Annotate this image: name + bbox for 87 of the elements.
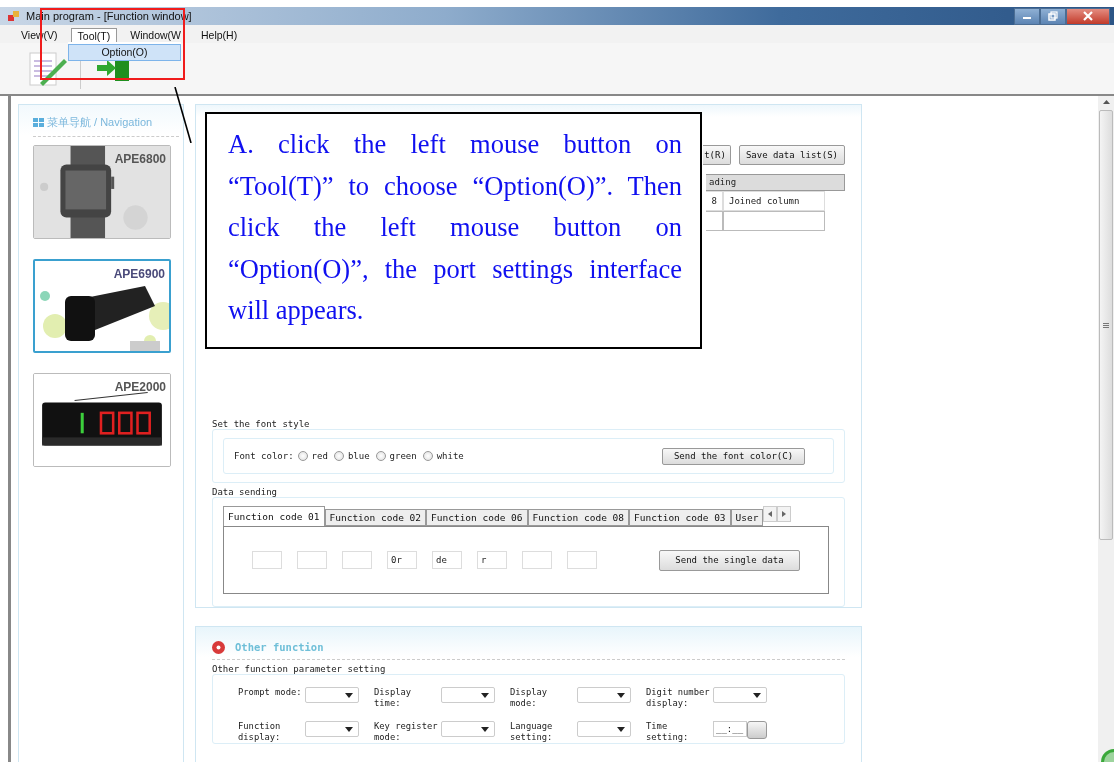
product-label: APE2000 xyxy=(114,380,166,394)
grip-icon xyxy=(1103,322,1109,328)
menu-option[interactable]: Option(O) xyxy=(68,43,181,61)
input-field[interactable] xyxy=(297,551,327,569)
radio-icon[interactable] xyxy=(333,451,344,461)
dropdown[interactable] xyxy=(577,687,631,703)
caret-icon xyxy=(345,692,353,698)
menu-item[interactable]: Help(H) xyxy=(194,27,245,43)
close-button[interactable] xyxy=(1066,7,1110,25)
restore-icon xyxy=(1048,11,1058,21)
input-field[interactable]: r xyxy=(477,551,507,569)
product-label: APE6900 xyxy=(113,267,165,281)
tab[interactable]: Function code 02 xyxy=(324,509,427,526)
setting-label: Function display: xyxy=(238,721,282,743)
product-card[interactable]: APE6800 xyxy=(33,145,171,239)
dropdown[interactable] xyxy=(713,687,767,703)
time-field[interactable]: __:__ xyxy=(713,721,747,737)
send-font-color-button[interactable]: Send the font color(C) xyxy=(662,447,805,465)
caret-icon xyxy=(481,692,489,698)
list-header: ading xyxy=(706,174,845,191)
setting-label: Time setting: xyxy=(646,721,690,743)
input-field[interactable]: de xyxy=(432,551,462,569)
setting-label: Prompt mode: xyxy=(238,687,303,698)
product-card[interactable]: APE2000 xyxy=(33,373,171,467)
leader-line xyxy=(174,87,192,143)
up-arrow-icon xyxy=(1102,100,1110,104)
caret-icon xyxy=(617,726,625,732)
caret-icon xyxy=(345,726,353,732)
input-field[interactable] xyxy=(252,551,282,569)
column-header: 8 xyxy=(706,191,723,211)
scrollbar[interactable] xyxy=(1098,96,1114,762)
right-arrow-icon xyxy=(782,511,787,517)
minimize-button[interactable] xyxy=(1014,7,1040,25)
radio-option[interactable]: red xyxy=(297,451,328,461)
action-button[interactable]: t(R) xyxy=(702,145,731,165)
setting-label: Display time: xyxy=(374,687,413,709)
caret-icon xyxy=(481,726,489,732)
time-picker-button[interactable] xyxy=(747,721,767,739)
input-field[interactable] xyxy=(342,551,372,569)
app-icon xyxy=(8,10,20,22)
product-label: APE6800 xyxy=(114,152,166,166)
product-card[interactable]: APE6900 xyxy=(33,259,171,353)
save-list-button[interactable]: Save data list(S) xyxy=(738,145,845,165)
input-field[interactable] xyxy=(567,551,597,569)
status-icon xyxy=(1100,748,1114,762)
setting-label: Digit number display: xyxy=(646,687,711,709)
table-cell xyxy=(706,211,723,231)
radio-icon[interactable] xyxy=(375,451,386,461)
radio-icon[interactable] xyxy=(297,451,308,461)
radio-icon[interactable] xyxy=(422,451,433,461)
group-title: Other function parameter setting xyxy=(212,664,387,676)
tab[interactable]: Function code 08 xyxy=(527,509,630,526)
dropdown[interactable] xyxy=(305,687,359,703)
setting-label: Language setting: xyxy=(510,721,554,743)
help-icon xyxy=(212,640,225,654)
radio-option[interactable]: blue xyxy=(333,451,370,461)
column-header: Joined column xyxy=(723,191,825,211)
dropdown[interactable] xyxy=(577,721,631,737)
field-label: Font color: xyxy=(234,451,294,461)
close-icon xyxy=(1082,11,1094,21)
scroll-left-button[interactable] xyxy=(763,506,778,522)
annotation-callout: A. click the left mouse button on “Tool(T)” to choose “Option(O)”. Then click the left mouse button on “Option(O)”, the port settings interface will appears. xyxy=(205,112,702,349)
tab[interactable]: User xyxy=(730,509,764,526)
send-data-button[interactable]: Send the single data xyxy=(659,549,800,571)
radio-option[interactable]: white xyxy=(422,451,464,461)
tab[interactable]: Function code 06 xyxy=(426,509,528,526)
dropdown[interactable] xyxy=(305,721,359,737)
dropdown[interactable] xyxy=(441,721,495,737)
section-title: Other function xyxy=(235,641,324,653)
group-title: Data sending xyxy=(212,487,279,499)
scroll-right-button[interactable] xyxy=(777,506,792,522)
left-arrow-icon xyxy=(768,511,773,517)
setting-label: Key register mode: xyxy=(374,721,439,743)
radio-option[interactable]: green xyxy=(375,451,417,461)
caret-icon xyxy=(617,692,625,698)
grid-icon xyxy=(33,117,44,128)
menu-item[interactable]: Window(W xyxy=(123,27,188,43)
setting-label: Display mode: xyxy=(510,687,549,709)
dropdown[interactable] xyxy=(441,687,495,703)
caret-icon xyxy=(753,692,761,698)
tab[interactable]: Function code 03 xyxy=(629,509,731,526)
input-field[interactable]: 0r xyxy=(387,551,417,569)
restore-button[interactable] xyxy=(1040,7,1066,25)
tab[interactable]: Function code 01 xyxy=(223,506,325,526)
input-field[interactable] xyxy=(522,551,552,569)
group-title: Set the font style xyxy=(212,419,311,431)
navigation-title: 菜单导航 / Navigation xyxy=(47,115,153,130)
